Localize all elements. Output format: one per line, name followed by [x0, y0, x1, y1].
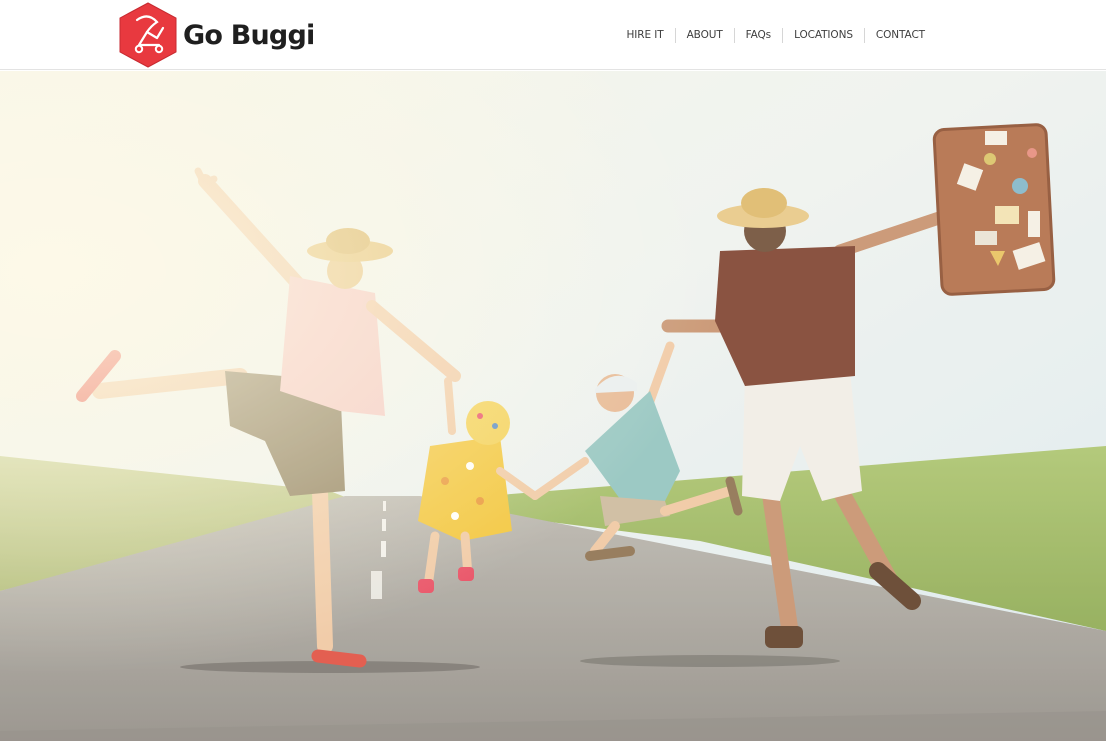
logo-link[interactable]: Go Buggi [117, 2, 315, 68]
main-nav: HIRE IT ABOUT FAQs LOCATIONS CONTACT [615, 24, 936, 46]
family-jumping-on-road-photo [0, 71, 1106, 741]
nav-about[interactable]: ABOUT [676, 24, 734, 46]
nav-locations[interactable]: LOCATIONS [783, 24, 864, 46]
nav-faqs[interactable]: FAQs [735, 24, 782, 46]
nav-hire-it[interactable]: HIRE IT [615, 24, 674, 46]
hero-image [0, 71, 1106, 741]
site-header: Go Buggi HIRE IT ABOUT FAQs LOCATIONS CO… [0, 0, 1106, 70]
brand-name: Go Buggi [183, 19, 315, 51]
buggy-icon [119, 2, 177, 68]
nav-contact[interactable]: CONTACT [865, 24, 936, 46]
